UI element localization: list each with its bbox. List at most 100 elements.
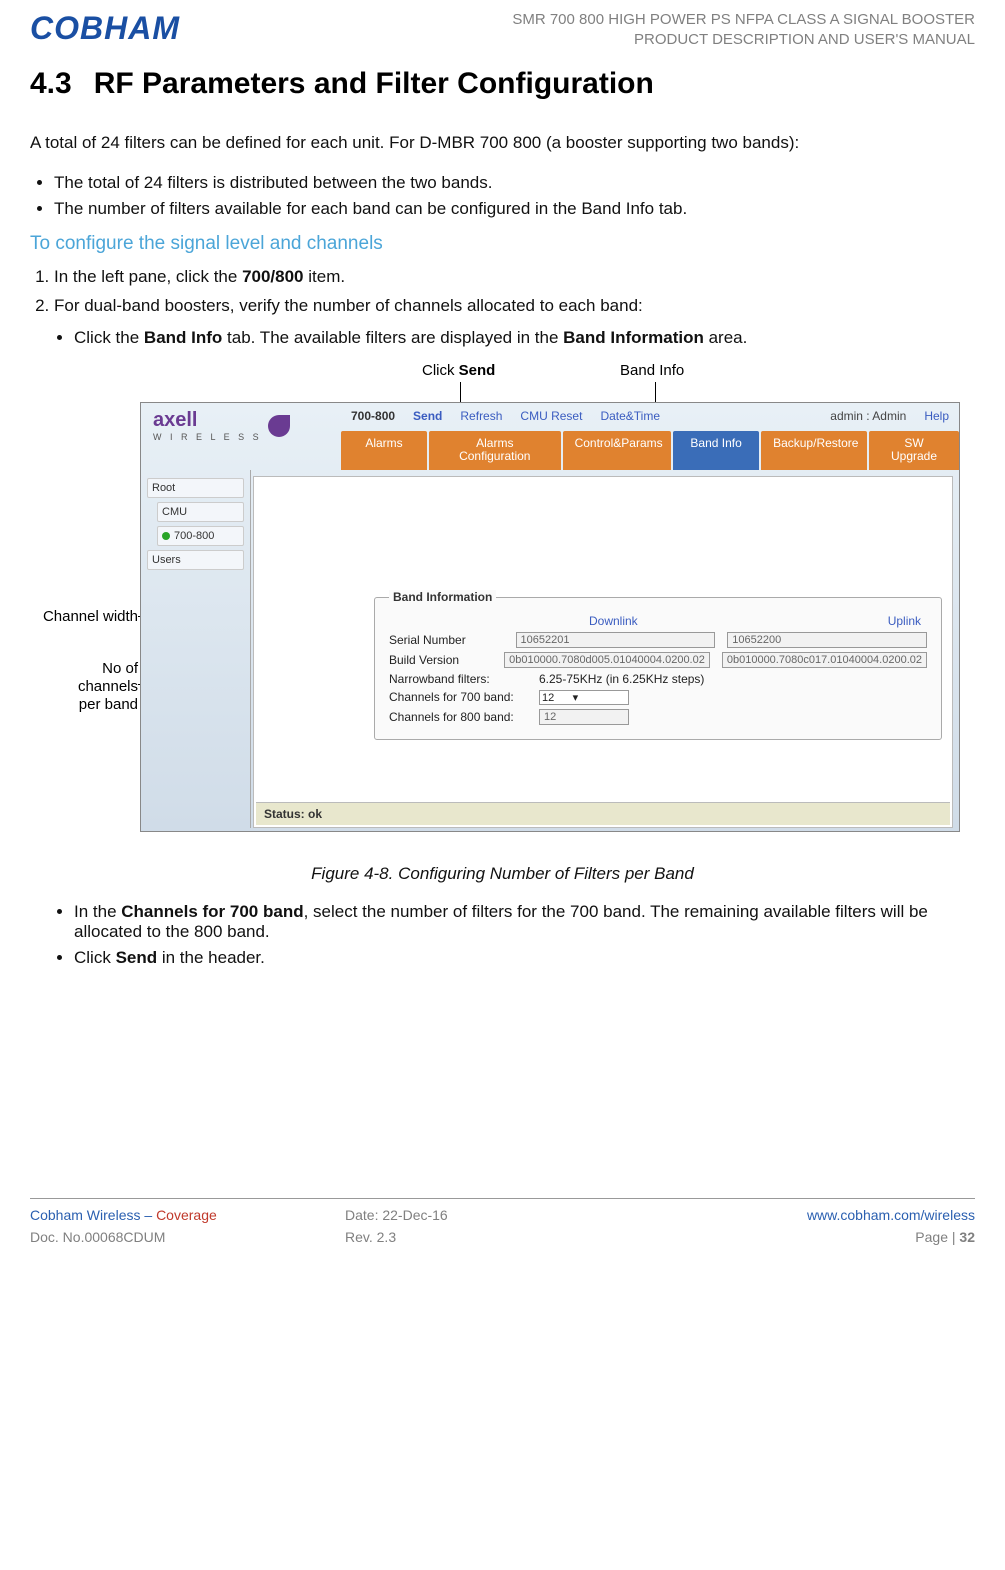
callout-click-send: Click Send (422, 362, 495, 379)
app-logo: axell W I R E L E S S (153, 409, 290, 442)
tree-item-cmu[interactable]: CMU (157, 502, 244, 522)
text: Band Information (563, 328, 704, 347)
text: In the left pane, click the (54, 267, 242, 286)
app-logo-icon (268, 415, 290, 437)
procedure-heading: To configure the signal level and channe… (30, 233, 975, 255)
doc-title-block: SMR 700 800 HIGH POWER PS NFPA CLASS A S… (512, 10, 975, 49)
text: per band (30, 696, 138, 714)
list-item: The number of filters available for each… (54, 199, 975, 219)
section-heading: 4.3 RF Parameters and Filter Configuratio… (30, 67, 975, 101)
page-number: 32 (959, 1229, 975, 1245)
step-2: For dual-band boosters, verify the numbe… (54, 294, 975, 318)
panel-title: Band Information (389, 590, 496, 604)
admin-label: admin : Admin (830, 409, 906, 423)
top-band-label: 700-800 (351, 409, 395, 423)
tab-band-info[interactable]: Band Info (673, 431, 759, 469)
text: – (140, 1207, 156, 1223)
text: Send (116, 948, 158, 967)
text: Cobham Wireless (30, 1207, 140, 1223)
brand-logo: COBHAM (30, 10, 180, 47)
footer-url: www.cobham.com/wireless (660, 1207, 975, 1223)
list-item: Click Send in the header. (74, 948, 975, 968)
build-version-label: Build Version (389, 653, 504, 667)
cmu-reset-link[interactable]: CMU Reset (520, 409, 582, 423)
text: channels (30, 678, 138, 696)
procedure-steps: In the left pane, click the 700/800 item… (30, 265, 975, 319)
text: Click (422, 362, 459, 379)
callout-band-info: Band Info (620, 362, 684, 379)
date-time-link[interactable]: Date&Time (600, 409, 660, 423)
text: 700-800 (174, 530, 214, 542)
section-title: RF Parameters and Filter Configuration (94, 67, 654, 100)
app-logo-subtext: W I R E L E S S (153, 432, 262, 442)
status-dot-icon (162, 532, 170, 540)
footer-rev: Rev. 2.3 (345, 1229, 660, 1245)
text: 12 (542, 692, 554, 704)
status-bar: Status: ok (256, 802, 950, 825)
callout-channel-width: Channel width (30, 608, 138, 625)
list-item: The total of 24 filters is distributed b… (54, 173, 975, 193)
help-link[interactable]: Help (924, 409, 949, 423)
list-item: In the Channels for 700 band, select the… (74, 902, 975, 942)
figure-caption: Figure 4-8. Configuring Number of Filter… (30, 864, 975, 884)
text: Page | (915, 1229, 959, 1245)
callout-channels-per-band: No of channels per band (30, 660, 138, 714)
sidebar-tree: Root CMU 700-800 Users (141, 470, 251, 828)
send-link[interactable]: Send (413, 409, 442, 423)
text: Click (74, 948, 116, 967)
build-version-ul: 0b010000.7080c017.01040004.0200.02 (722, 652, 927, 668)
intro-paragraph: A total of 24 filters can be defined for… (30, 131, 975, 156)
channels-800-value: 12 (539, 709, 629, 725)
band-information-panel: Band Information Downlink Uplink Serial … (374, 597, 942, 740)
refresh-link[interactable]: Refresh (460, 409, 502, 423)
tree-item-root[interactable]: Root (147, 478, 244, 498)
text: No of (30, 660, 138, 678)
footer-brand: Cobham Wireless – Coverage (30, 1207, 345, 1223)
section-number: 4.3 (30, 67, 72, 101)
doc-title-line2: PRODUCT DESCRIPTION AND USER'S MANUAL (512, 30, 975, 50)
tab-sw-upgrade[interactable]: SW Upgrade (869, 431, 959, 469)
tab-alarms-config[interactable]: Alarms Configuration (429, 431, 561, 469)
tree-item-700-800[interactable]: 700-800 (157, 526, 244, 546)
text: Coverage (156, 1207, 217, 1223)
footer-doc-no: Doc. No.00068CDUM (30, 1229, 345, 1245)
step-2-sub-bullets: Click the Band Info tab. The available f… (30, 328, 975, 348)
channels-700-label: Channels for 700 band: (389, 690, 539, 704)
tab-backup-restore[interactable]: Backup/Restore (761, 431, 867, 469)
text: tab. The available filters are displayed… (222, 328, 563, 347)
narrowband-label: Narrowband filters: (389, 672, 539, 686)
text: 700/800 (242, 267, 303, 286)
serial-number-dl: 10652201 (516, 632, 716, 648)
text: in the header. (157, 948, 265, 967)
serial-number-ul: 10652200 (727, 632, 927, 648)
tab-control-params[interactable]: Control&Params (563, 431, 672, 469)
serial-number-label: Serial Number (389, 633, 516, 647)
main-content-area: Band Information Downlink Uplink Serial … (253, 476, 953, 828)
narrowband-value: 6.25-75KHz (in 6.25KHz steps) (539, 672, 704, 686)
doc-title-line1: SMR 700 800 HIGH POWER PS NFPA CLASS A S… (512, 10, 975, 30)
text: item. (304, 267, 346, 286)
col-uplink: Uplink (888, 614, 921, 628)
screenshot-band-info: axell W I R E L E S S 700-800 Send Refre… (140, 402, 960, 832)
build-version-dl: 0b010000.7080d005.01040004.0200.02 (504, 652, 710, 668)
text: area. (704, 328, 747, 347)
list-item: Click the Band Info tab. The available f… (74, 328, 975, 348)
channels-700-select[interactable]: 12 ▾ (539, 690, 629, 705)
page-footer: Cobham Wireless – Coverage Date: 22-Dec-… (30, 1198, 975, 1245)
tree-item-users[interactable]: Users (147, 550, 244, 570)
footer-page: Page | 32 (660, 1229, 975, 1245)
figure-4-8: Click Send Band Info Channel width No of… (30, 362, 975, 852)
text: For dual-band boosters, verify the numbe… (54, 296, 643, 315)
text: Band Info (144, 328, 222, 347)
channels-800-label: Channels for 800 band: (389, 710, 539, 724)
step-1: In the left pane, click the 700/800 item… (54, 265, 975, 289)
footer-date: Date: 22-Dec-16 (345, 1207, 660, 1223)
col-downlink: Downlink (589, 614, 638, 628)
text: Channels for 700 band (121, 902, 303, 921)
post-figure-bullets: In the Channels for 700 band, select the… (30, 902, 975, 968)
tab-alarms[interactable]: Alarms (341, 431, 427, 469)
text: Click the (74, 328, 144, 347)
text: In the (74, 902, 121, 921)
intro-bullet-list: The total of 24 filters is distributed b… (30, 173, 975, 219)
app-logo-text: axell (153, 409, 197, 431)
